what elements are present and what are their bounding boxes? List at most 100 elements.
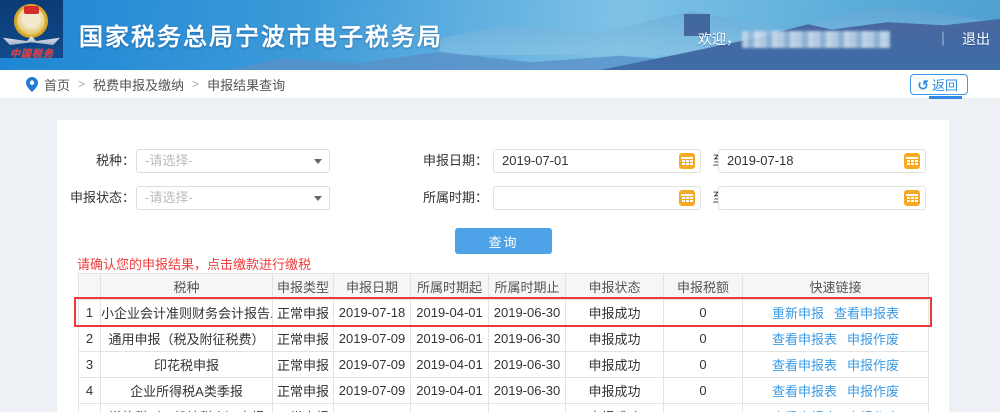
table-row: 4 企业所得税A类季报 正常申报 2019-07-09 2019-04-01 2019-0… [78,377,929,404]
period-from-input[interactable] [493,186,701,210]
chevron-down-icon [314,159,322,164]
cell-tax: 通用申报（税及附征税费） [100,325,273,352]
cell-no: 2 [78,325,101,352]
cell-status: 申报成功 [565,299,664,326]
cell-tax: 印花税申报 [100,351,273,378]
cell-period_start: 2019-07-09 [410,403,489,412]
payment-notice: 请确认您的申报结果，点击缴款进行缴税 [77,257,312,272]
calendar-icon[interactable] [904,190,920,206]
column-header: 申报状态 [565,273,664,300]
undo-arrow-icon: ↺ [917,76,929,93]
breadcrumb-separator: > [78,77,86,91]
column-header: 快速链接 [742,273,929,300]
declare-date-from-input[interactable]: 2019-07-01 [493,149,701,173]
column-header: 税种 [100,273,273,300]
tax-type-placeholder: -请选择- [145,153,193,168]
quick-link[interactable]: 申报作废 [847,358,899,373]
breadcrumb-result-query: 申报结果查询 [207,77,286,93]
table-row: 5增值税（一般纳税人）申报正常申报2019-07-092019-07-09201… [78,403,929,412]
cell-quick-links: 查看申报表申报作废 [742,403,929,412]
breadcrumb-separator: > [192,77,200,91]
cell-quick-links: 重新申报 查看申报表 [742,299,929,326]
cell-date: 2019-07-09 [333,325,411,352]
calendar-icon[interactable] [679,153,695,169]
cell-status: 申报成功 [565,403,664,412]
cell-period_end: 2019-06-30 [488,325,566,352]
quick-link[interactable]: 查看申报表 [834,306,899,321]
breadcrumb-home[interactable]: 首页 [44,75,70,94]
cell-type: 正常申报 [272,377,334,404]
declare-status-label: 申报状态： [69,190,135,205]
search-button[interactable]: 查询 [455,228,552,254]
declare-status-placeholder: -请选择- [145,190,193,205]
quick-link[interactable]: 查看申报表 [772,332,837,347]
cell-tax: 企业所得税A类季报 [100,377,273,404]
cell-date: 2019-07-09 [333,403,411,412]
column-header [78,273,101,300]
back-button[interactable]: ↺ 返回 [910,74,968,95]
cell-no: 1 [78,299,101,326]
app-header: 中国税务 国家税务总局宁波市电子税务局 欢迎， ｜ 退出 [0,0,1000,70]
page-background: 税种： -请选择- 申报日期： 2019-07-01 至 2019-07-18 … [0,99,1000,412]
table-header: 税种 申报类型 申报日期 所属时期起 所属时期止 申报状态 申报税额 快速链接 [78,273,929,300]
column-header: 申报税额 [663,273,743,300]
cell-period_end: 2019-07-09 [488,403,566,412]
column-header: 申报日期 [333,273,411,300]
declare-date-to-input[interactable]: 2019-07-18 [718,149,926,173]
cell-type: 正常申报 [272,351,334,378]
calendar-icon[interactable] [904,153,920,169]
tax-type-select[interactable]: -请选择- [136,149,330,173]
page-title: 国家税务总局宁波市电子税务局 [79,24,443,51]
cell-type: 正常申报 [272,299,334,326]
cell-period_start: 2019-04-01 [410,351,489,378]
quick-link[interactable]: 重新申报 [772,306,824,321]
period-to-input[interactable] [718,186,926,210]
cell-type: 正常申报 [272,403,334,412]
tax-bureau-logo: 中国税务 [0,0,63,60]
logout-button[interactable]: 退出 [962,29,990,49]
separator: ｜ [936,31,950,47]
cell-period_start: 2019-04-01 [410,299,489,326]
quick-link[interactable]: 申报作废 [847,384,899,399]
cell-period_end: 2019-06-30 [488,299,566,326]
table-body: 1 小企业会计准则财务会计报告... 正常申报 2019-07-18 2019-04-0… [78,299,929,412]
redacted-username [742,30,890,48]
cell-no: 5 [78,403,101,412]
column-header: 所属时期起 [410,273,489,300]
emblem-wings-icon [3,36,60,45]
content-panel: 税种： -请选择- 申报日期： 2019-07-01 至 2019-07-18 … [57,120,949,412]
cell-no: 3 [78,351,101,378]
cell-date: 2019-07-09 [333,351,411,378]
column-header: 申报类型 [272,273,334,300]
back-button-label: 返回 [931,78,958,93]
declare-date-from-value: 2019-07-01 [502,153,569,168]
cell-amount: 0 [663,299,743,326]
location-pin-icon [26,76,38,92]
welcome-label: 欢迎， [698,31,740,47]
table-row: 3 印花税申报 正常申报 2019-07-09 2019-04-01 2019-06-30… [78,351,929,378]
period-label: 所属时期： [422,190,488,205]
quick-link[interactable]: 查看申报表 [772,384,837,399]
cell-status: 申报成功 [565,325,664,352]
breadcrumb: 首页 > 税费申报及缴纳 > 申报结果查询 [44,75,285,94]
cell-tax: 小企业会计准则财务会计报告... [100,299,273,326]
cell-period_start: 2019-06-01 [410,325,489,352]
cell-amount: 0 [663,403,743,412]
calendar-icon[interactable] [679,190,695,206]
declare-date-label: 申报日期： [422,153,488,168]
cell-amount: 0 [663,351,743,378]
cell-type: 正常申报 [272,325,334,352]
cell-status: 申报成功 [565,377,664,404]
cell-date: 2019-07-18 [333,299,411,326]
declare-status-select[interactable]: -请选择- [136,186,330,210]
breadcrumb-declare-pay[interactable]: 税费申报及缴纳 [93,75,184,94]
cell-tax: 增值税（一般纳税人）申报 [100,403,273,412]
tax-type-label: 税种： [95,153,135,168]
emblem-flag-icon [24,6,39,14]
quick-link[interactable]: 申报作废 [847,332,899,347]
cell-quick-links: 查看申报表申报作废 [742,377,929,404]
logo-caption: 中国税务 [10,49,54,60]
cell-amount: 0 [663,377,743,404]
column-header: 所属时期止 [488,273,566,300]
quick-link[interactable]: 查看申报表 [772,358,837,373]
